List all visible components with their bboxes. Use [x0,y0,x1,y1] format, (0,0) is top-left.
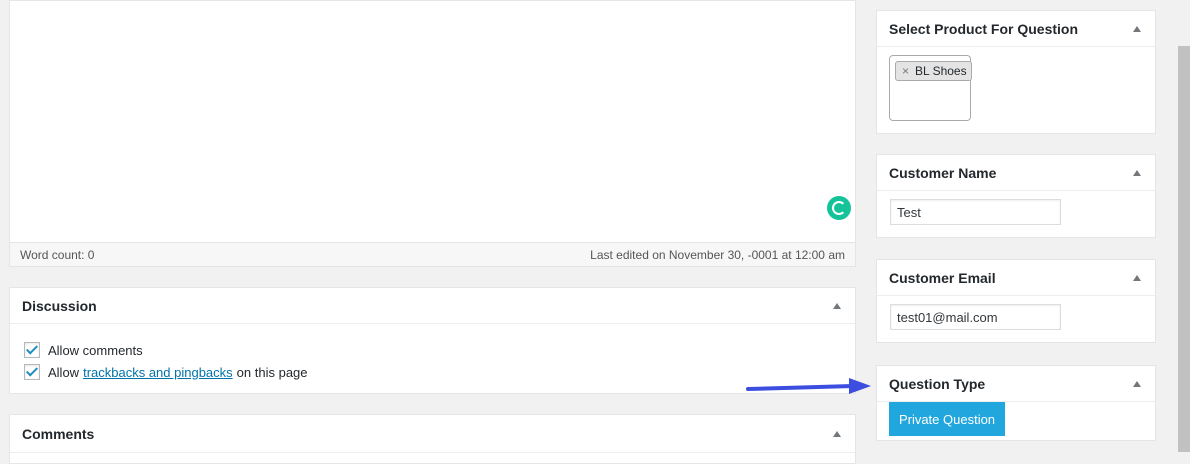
page-scrollbar[interactable] [1178,46,1190,452]
allow-trackbacks-checkbox[interactable] [24,364,40,380]
allow-comments-label: Allow comments [48,342,143,358]
word-count: Word count: 0 [20,247,95,262]
allow-trackbacks-row: Allow trackbacks and pingbacks on this p… [24,361,855,383]
customer-email-title: Customer Email [889,269,996,286]
question-type-panel: Question Type Private Question [876,365,1156,441]
customer-email-panel: Customer Email [876,259,1156,343]
customer-name-panel: Customer Name [876,154,1156,238]
trackbacks-link[interactable]: trackbacks and pingbacks [83,365,233,380]
question-type-title: Question Type [889,375,986,392]
grammarly-icon[interactable] [827,196,851,220]
select-product-header[interactable]: Select Product For Question [877,11,1155,47]
discussion-title: Discussion [22,297,97,314]
allow-trackbacks-suffix: on this page [236,364,308,380]
customer-name-input[interactable] [890,199,1061,225]
customer-email-input[interactable] [890,304,1061,330]
collapse-toggle-icon[interactable] [833,302,841,309]
customer-email-header[interactable]: Customer Email [877,260,1155,296]
allow-comments-row: Allow comments [24,339,855,361]
discussion-panel: Discussion Allow comments Allow trackbac… [9,287,856,394]
collapse-toggle-icon[interactable] [1133,274,1141,281]
private-question-button[interactable]: Private Question [889,402,1005,436]
annotation-arrow-icon [746,378,871,394]
allow-trackbacks-prefix: Allow [48,364,80,380]
collapse-toggle-icon[interactable] [1133,380,1141,387]
editor-status-bar: Word count: 0 Last edited on November 30… [10,242,855,266]
collapse-toggle-icon[interactable] [1133,25,1141,32]
product-multiselect[interactable]: × BL Shoes [889,55,972,121]
product-tag: × BL Shoes [895,61,972,81]
collapse-toggle-icon[interactable] [833,430,841,437]
comments-title: Comments [22,425,95,442]
customer-name-title: Customer Name [889,164,997,181]
comments-header[interactable]: Comments [10,415,855,453]
comments-panel: Comments [9,414,856,464]
select-product-panel: Select Product For Question × BL Shoes [876,10,1156,134]
select-product-title: Select Product For Question [889,20,1079,37]
product-tag-label: BL Shoes [915,64,967,78]
remove-tag-icon[interactable]: × [902,64,909,78]
allow-comments-checkbox[interactable] [24,342,40,358]
discussion-header[interactable]: Discussion [10,288,855,324]
collapse-toggle-icon[interactable] [1133,169,1141,176]
editor-panel: Word count: 0 Last edited on November 30… [9,0,856,267]
editor-content-area[interactable] [10,1,855,244]
customer-name-header[interactable]: Customer Name [877,155,1155,191]
question-type-header[interactable]: Question Type [877,366,1155,402]
last-edited: Last edited on November 30, -0001 at 12:… [590,247,845,262]
